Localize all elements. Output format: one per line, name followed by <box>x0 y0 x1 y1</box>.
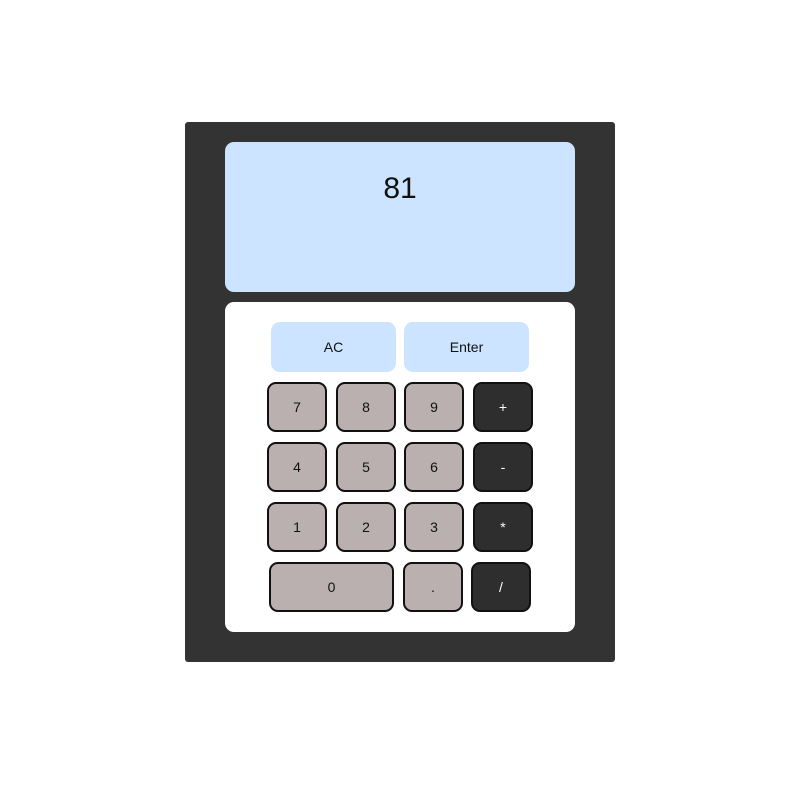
key-6[interactable]: 6 <box>404 442 464 492</box>
decimal-button[interactable]: . <box>403 562 463 612</box>
minus-button[interactable]: - <box>473 442 533 492</box>
enter-button[interactable]: Enter <box>404 322 529 372</box>
key-5[interactable]: 5 <box>336 442 396 492</box>
multiply-button[interactable]: * <box>473 502 533 552</box>
divide-button[interactable]: / <box>471 562 531 612</box>
key-1[interactable]: 1 <box>267 502 327 552</box>
key-9[interactable]: 9 <box>404 382 464 432</box>
calculator-body: 81 AC Enter 7 8 9 + 4 5 6 - 1 2 3 * 0 . … <box>185 122 615 662</box>
key-2[interactable]: 2 <box>336 502 396 552</box>
key-8[interactable]: 8 <box>336 382 396 432</box>
key-0[interactable]: 0 <box>269 562 394 612</box>
key-4[interactable]: 4 <box>267 442 327 492</box>
plus-button[interactable]: + <box>473 382 533 432</box>
clear-button[interactable]: AC <box>271 322 396 372</box>
keypad: AC Enter 7 8 9 + 4 5 6 - 1 2 3 * 0 . / <box>225 302 575 632</box>
key-7[interactable]: 7 <box>267 382 327 432</box>
display-value: 81 <box>383 172 417 205</box>
key-3[interactable]: 3 <box>404 502 464 552</box>
display-screen: 81 <box>225 142 575 292</box>
